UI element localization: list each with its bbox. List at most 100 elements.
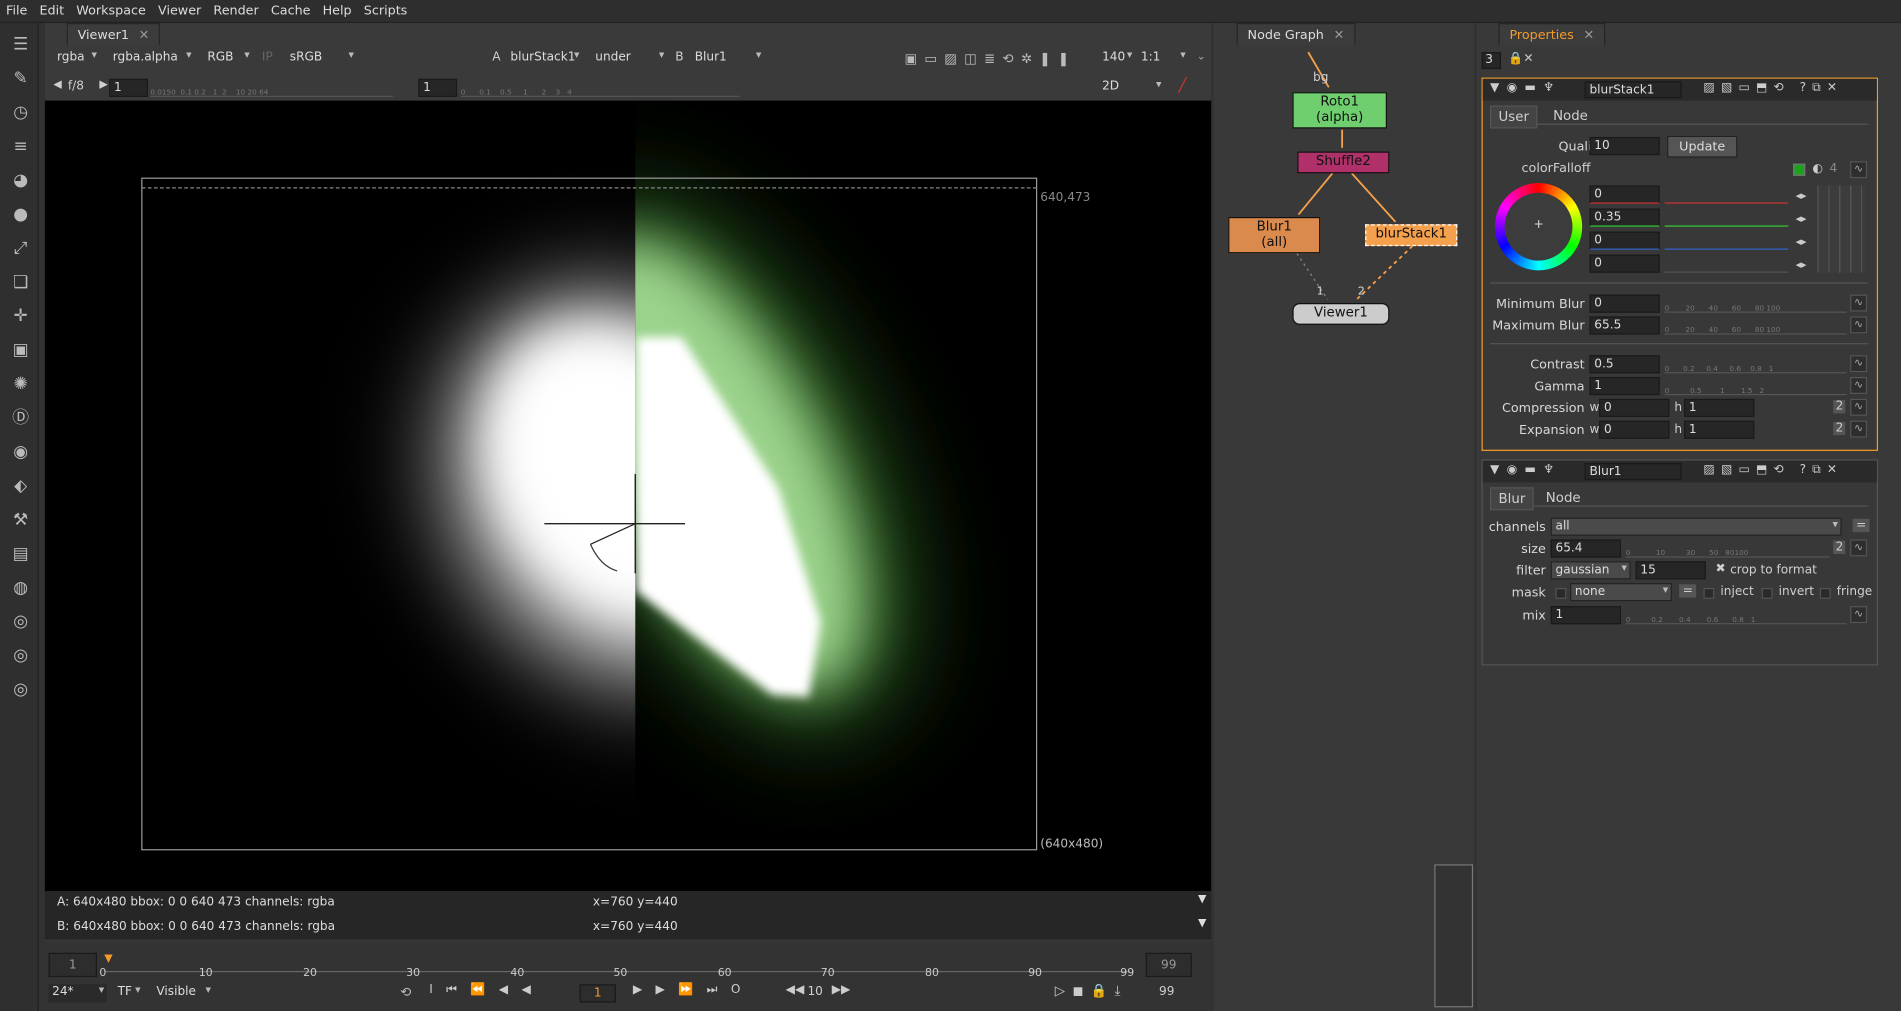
panel-header-icons[interactable]: ▼◉▬♆ <box>1490 463 1561 476</box>
size-split-button[interactable]: 2 <box>1833 540 1846 554</box>
inject-checkbox[interactable] <box>1703 587 1715 599</box>
channel-icon[interactable]: ≡ <box>10 136 32 158</box>
expansion-split-button[interactable]: 2 <box>1833 421 1846 436</box>
ratio-dropdown[interactable]: 1:1 <box>1137 50 1188 68</box>
step-forward-icon[interactable]: ▶▶ <box>832 983 851 996</box>
update-button[interactable]: Update <box>1667 135 1738 158</box>
color-r-field[interactable]: 0 <box>1589 185 1660 204</box>
deep-icon[interactable]: Ⓓ <box>10 407 32 429</box>
lock-icon[interactable]: 🔒✕ <box>1508 52 1533 65</box>
panel-header-icons[interactable]: ▼◉▬♆ <box>1490 81 1561 94</box>
a-input-dropdown[interactable]: blurStack1 <box>507 50 582 68</box>
views-icon[interactable]: ◉ <box>10 441 32 463</box>
size-field[interactable]: 65.4 <box>1550 539 1621 558</box>
animation-icon[interactable]: ∿ <box>1850 606 1868 624</box>
animation-icon[interactable]: ∿ <box>1850 294 1868 312</box>
chevron-down-icon[interactable]: ▼ <box>1198 893 1206 905</box>
lut-dropdown[interactable]: sRGB <box>286 50 356 68</box>
channels-dropdown[interactable]: rgba <box>53 50 99 68</box>
close-icon[interactable]: ✕ <box>1583 28 1594 43</box>
compression-split-button[interactable]: 2 <box>1833 400 1846 414</box>
metadata-icon[interactable]: ⬖ <box>10 475 32 497</box>
invert-checkbox[interactable] <box>1761 587 1773 599</box>
node-viewer1[interactable]: Viewer1 <box>1292 303 1390 325</box>
size-slider[interactable]: 0 10 30 50 80100 <box>1625 539 1830 558</box>
node-shuffle2[interactable]: Shuffle2 <box>1297 151 1390 174</box>
step-field[interactable]: 10 <box>807 986 822 999</box>
minblur-slider[interactable]: 0 20 40 60 80 100 <box>1664 295 1847 313</box>
gizmo1-icon[interactable]: ◎ <box>10 611 32 633</box>
node-roto1[interactable]: Roto1 (alpha) <box>1292 92 1387 129</box>
tab-blur[interactable]: Blur <box>1490 487 1534 511</box>
filter-icon[interactable]: ● <box>10 204 32 226</box>
color-a-slider[interactable] <box>1664 255 1789 273</box>
color-b-field[interactable]: 0 <box>1589 231 1660 250</box>
close-icon[interactable]: ✕ <box>139 28 150 43</box>
animation-icon[interactable]: ∿ <box>1850 398 1868 416</box>
animation-icon[interactable]: ∿ <box>1850 161 1868 179</box>
menu-scripts[interactable]: Scripts <box>358 0 414 19</box>
node-name-field[interactable]: Blur1 <box>1584 463 1682 481</box>
max-panels-field[interactable]: 3 <box>1481 52 1501 70</box>
other-icon[interactable]: ▤ <box>10 543 32 565</box>
filter-dropdown[interactable]: gaussian <box>1550 561 1631 580</box>
transport-back-icons[interactable]: I⏮⏪◀◀ <box>429 983 544 996</box>
mix-field[interactable]: 1 <box>1550 606 1621 625</box>
toggle-panel-icon[interactable]: ☰ <box>10 34 32 56</box>
gain-field[interactable]: 1 <box>109 78 148 97</box>
furnace-icon[interactable]: ◍ <box>10 577 32 599</box>
gizmo2-icon[interactable]: ◎ <box>10 645 32 667</box>
paint-icon[interactable]: ✎ <box>10 68 32 90</box>
gamma-slider[interactable]: 0 0.1 0.5 1 2 3 4 <box>460 79 740 97</box>
filter-quality-field[interactable]: 15 <box>1635 561 1706 580</box>
gizmo3-icon[interactable]: ◎ <box>10 679 32 701</box>
rgb-dropdown[interactable]: RGB <box>204 50 252 68</box>
viewer-canvas[interactable]: 640,473 (640x480) <box>44 100 1212 891</box>
tab-node-graph[interactable]: Node Graph ✕ <box>1236 23 1356 45</box>
gamma-field[interactable]: 1 <box>418 78 458 97</box>
color-wheel-icon[interactable]: ◐ <box>1813 162 1824 175</box>
ip-button[interactable]: IP <box>262 51 273 64</box>
color-wheel[interactable]: + <box>1494 183 1583 271</box>
animation-icon[interactable]: ∿ <box>1850 376 1868 394</box>
menu-workspace[interactable]: Workspace <box>70 0 152 19</box>
compression-w-field[interactable]: 0 <box>1599 398 1670 417</box>
fringe-checkbox[interactable] <box>1819 587 1831 599</box>
panel-action-icons[interactable]: ▨▧▭⬒⟲ ?⧉✕ <box>1703 463 1843 476</box>
panel-action-icons[interactable]: ▨▧▭⬒⟲ ?⧉✕ <box>1703 81 1843 94</box>
channels-dropdown[interactable]: all <box>1550 517 1842 536</box>
mask-link-button[interactable]: = <box>1679 584 1697 598</box>
node-blurstack1[interactable]: blurStack1 <box>1365 224 1458 247</box>
view-mode-dropdown[interactable]: 2D <box>1098 79 1163 97</box>
quality-field[interactable]: 10 <box>1589 136 1660 156</box>
3d-icon[interactable]: ▣ <box>10 339 32 361</box>
node-blur1[interactable]: Blur1 (all) <box>1228 216 1321 254</box>
node-graph-minimap[interactable] <box>1434 864 1474 1008</box>
tab-properties[interactable]: Properties ✕ <box>1498 23 1606 45</box>
chevron-down-icon[interactable]: ▼ <box>1198 918 1206 930</box>
tab-node[interactable]: Node <box>1539 490 1588 506</box>
fstop-next-icon[interactable]: ▶ <box>99 79 107 91</box>
visible-dropdown[interactable]: Visible <box>153 984 214 1002</box>
crop-checkbox[interactable]: ✖ <box>1716 562 1726 575</box>
mask-checkbox[interactable] <box>1555 587 1567 599</box>
contrast-field[interactable]: 0.5 <box>1589 355 1660 374</box>
menu-file[interactable]: File <box>0 0 33 19</box>
tab-node[interactable]: Node <box>1546 108 1595 124</box>
animation-icon[interactable]: ∿ <box>1850 355 1868 373</box>
pencil-icon[interactable]: ╱ <box>1178 78 1186 94</box>
fps-dropdown[interactable]: 24* <box>48 984 107 1003</box>
keyer-icon[interactable]: ⤢ <box>10 238 32 260</box>
step-back-icon[interactable]: ◀◀ <box>786 983 805 996</box>
loop-icon[interactable]: ⟲ <box>400 984 411 1000</box>
time-icon[interactable]: ◷ <box>10 102 32 124</box>
tf-dropdown[interactable]: TF <box>114 984 143 1002</box>
transform-icon[interactable]: ✛ <box>10 305 32 327</box>
gamma-slider[interactable]: 0 0.5 1 1.5 2 <box>1664 377 1847 396</box>
mask-dropdown[interactable]: none <box>1570 583 1672 602</box>
playhead-icon[interactable]: ▼ <box>104 953 112 965</box>
tab-viewer1[interactable]: Viewer1 ✕ <box>66 23 161 45</box>
menu-edit[interactable]: Edit <box>33 0 70 19</box>
color-a-field[interactable]: 0 <box>1589 254 1660 273</box>
maxblur-slider[interactable]: 0 20 40 60 80 100 <box>1664 316 1847 335</box>
